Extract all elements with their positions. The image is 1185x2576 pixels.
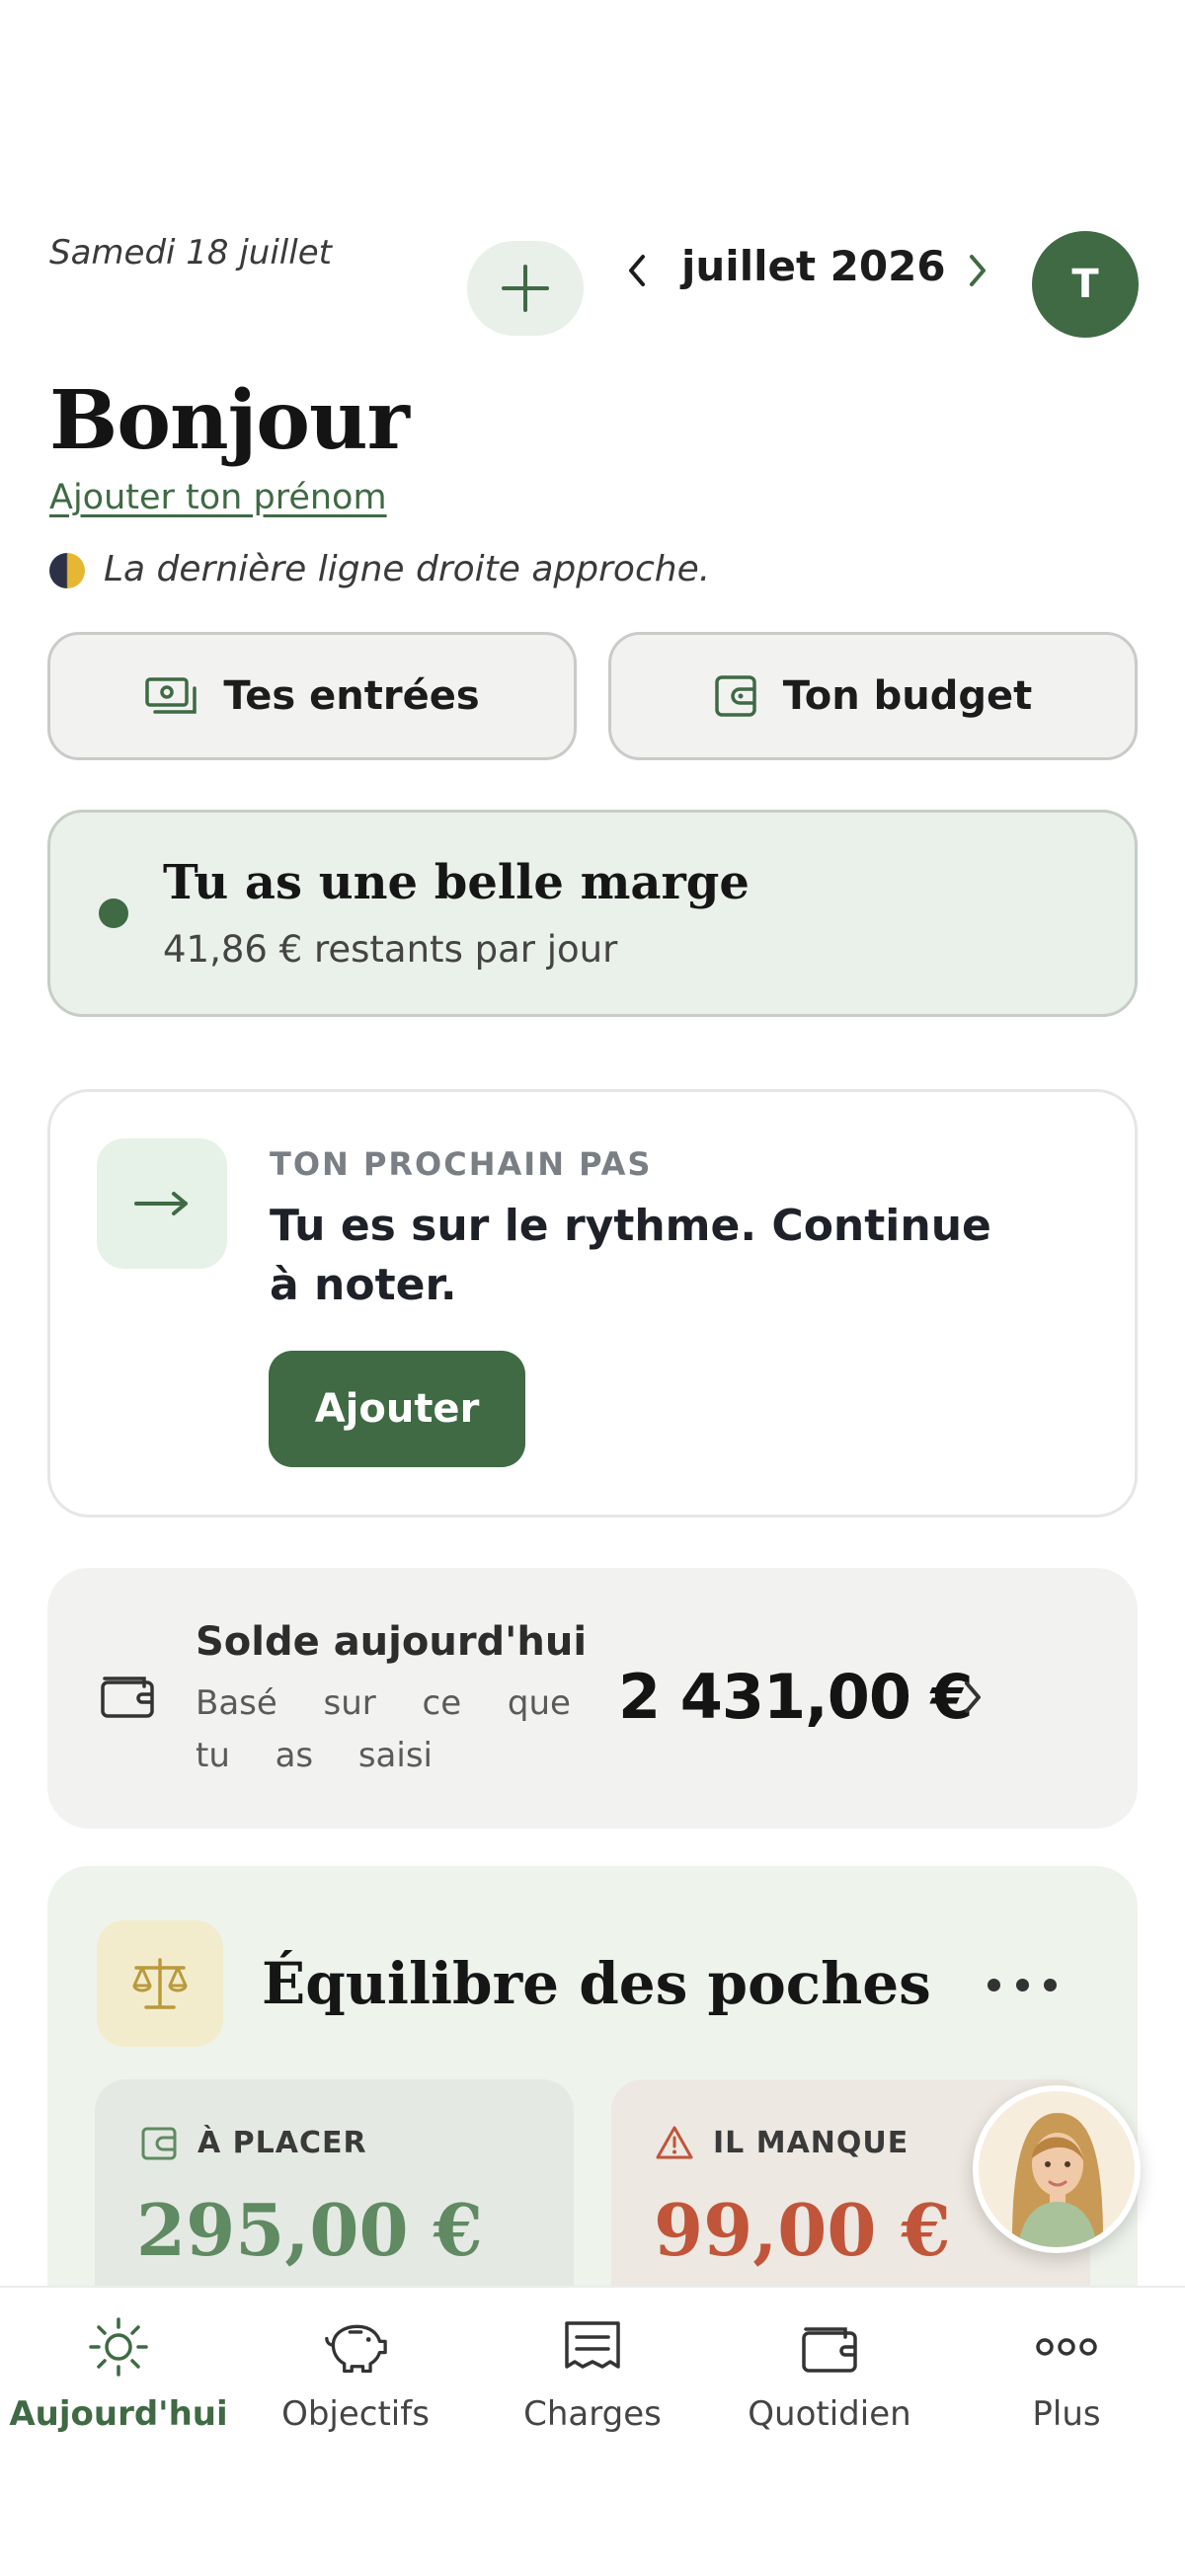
- pockets-title: Équilibre des poches: [262, 1950, 931, 2017]
- moon-icon: [49, 553, 85, 588]
- current-date: Samedi 18 juillet: [49, 233, 332, 273]
- nav-item-more[interactable]: Plus: [948, 2315, 1185, 2463]
- wallet-icon: [141, 2127, 177, 2160]
- chevron-right-icon: [953, 1672, 992, 1723]
- add-button[interactable]: [467, 241, 584, 336]
- budget-button[interactable]: Ton budget: [608, 632, 1138, 760]
- next-step-eyebrow: TON PROCHAIN PAS: [270, 1145, 653, 1183]
- missing-amount: 99,00 €: [654, 2188, 951, 2272]
- assistant-avatar-button[interactable]: [973, 2085, 1141, 2253]
- receipt-icon: [561, 2315, 624, 2379]
- next-month-button[interactable]: [958, 245, 997, 296]
- margin-subtitle: 41,86 € restants par jour: [163, 928, 618, 971]
- chevron-left-icon: [629, 255, 645, 286]
- balance-word: que: [507, 1683, 571, 1723]
- margin-status-card: [47, 810, 1138, 1017]
- next-step-text: Tu es sur le rythme. Continue à noter.: [270, 1201, 991, 1310]
- chevron-right-icon: [970, 255, 986, 286]
- to-place-amount: 295,00 €: [136, 2188, 483, 2272]
- more-dots-icon: [1035, 2315, 1098, 2379]
- missing-label: IL MANQUE: [713, 2126, 909, 2160]
- page-title: Bonjour: [49, 373, 410, 468]
- nav-label-today: Aujourd'hui: [9, 2394, 228, 2434]
- nav-label-charges: Charges: [523, 2394, 662, 2434]
- entries-label: Tes entrées: [223, 673, 480, 719]
- month-label: juillet 2026: [681, 242, 946, 290]
- balance-title: Solde aujourd'hui: [196, 1619, 588, 1665]
- balance-word: tu: [196, 1736, 230, 1775]
- arrow-right-icon: [97, 1138, 227, 1269]
- balance-word: ce: [422, 1683, 462, 1723]
- to-place-label: À PLACER: [198, 2126, 367, 2160]
- balance-word: Basé: [196, 1683, 277, 1723]
- balance-amount: 2 431,00 €: [618, 1661, 974, 1733]
- wallet-icon: [798, 2315, 861, 2379]
- nav-item-today[interactable]: Aujourd'hui: [0, 2315, 237, 2463]
- assistant-portrait-icon: [979, 2091, 1135, 2247]
- entries-button[interactable]: Tes entrées: [47, 632, 577, 760]
- sun-icon: [87, 2315, 150, 2379]
- add-entry-button[interactable]: Ajouter: [269, 1351, 525, 1467]
- previous-month-button[interactable]: [617, 245, 657, 296]
- warning-icon: [656, 2126, 693, 2159]
- budget-label: Ton budget: [782, 673, 1033, 719]
- balance-subtitle-line1: Basé sur ce que: [196, 1683, 571, 1723]
- avatar[interactable]: T: [1032, 231, 1139, 338]
- cash-icon: [145, 677, 198, 714]
- piggy-bank-icon: [324, 2315, 387, 2379]
- scale-icon: [97, 1920, 223, 2047]
- tagline: La dernière ligne droite approche.: [104, 549, 711, 589]
- nav-item-charges[interactable]: Charges: [474, 2315, 711, 2463]
- status-dot: [99, 898, 128, 928]
- plus-icon: [502, 265, 549, 312]
- add-name-link[interactable]: Ajouter ton prénom: [49, 478, 387, 517]
- nav-label-more: Plus: [1032, 2394, 1101, 2434]
- nav-label-goals: Objectifs: [281, 2394, 430, 2434]
- nav-item-goals[interactable]: Objectifs: [237, 2315, 474, 2463]
- balance-word: sur: [323, 1683, 376, 1723]
- nav-item-daily[interactable]: Quotidien: [711, 2315, 948, 2463]
- wallet-icon: [101, 1677, 154, 1718]
- balance-word: saisi: [357, 1736, 433, 1775]
- balance-subtitle-line2: tu as saisi: [196, 1736, 433, 1775]
- margin-title: Tu as une belle marge: [163, 855, 750, 910]
- more-options-icon[interactable]: [988, 1967, 1057, 2002]
- nav-label-daily: Quotidien: [748, 2394, 911, 2434]
- wallet-icon: [715, 675, 756, 717]
- balance-word: as: [275, 1736, 314, 1775]
